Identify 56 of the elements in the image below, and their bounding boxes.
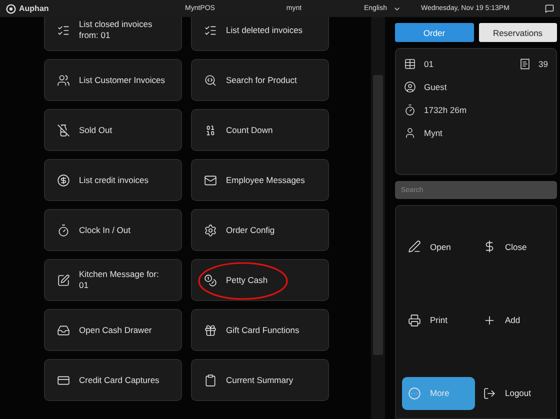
logo-text: Auphan (19, 4, 49, 13)
clipboard-icon (204, 374, 217, 386)
dollar-circle-icon (57, 174, 70, 186)
function-tile[interactable]: Kitchen Message for: 01 (44, 259, 182, 301)
function-tile[interactable]: Employee Messages (191, 159, 329, 201)
item-count: 39 (538, 59, 548, 69)
action-button[interactable]: Open (402, 230, 475, 264)
logout-icon (483, 386, 496, 400)
function-tile[interactable]: Search for Product (191, 59, 329, 101)
users-icon (57, 74, 70, 86)
function-tile[interactable]: List credit invoices (44, 159, 182, 201)
chat-icon[interactable] (545, 4, 554, 13)
table-icon (404, 58, 416, 70)
function-tile[interactable]: Gift Card Functions (191, 309, 329, 351)
action-button[interactable]: Close (477, 230, 550, 264)
settings-icon (204, 224, 217, 236)
action-button[interactable]: Print (402, 304, 475, 337)
ellipsis-icon (408, 386, 421, 400)
function-tile[interactable]: Petty Cash (191, 259, 329, 301)
drawer-icon (57, 324, 70, 336)
checklist-icon (204, 24, 217, 36)
receipt-icon (518, 58, 531, 70)
function-tile[interactable]: Clock In / Out (44, 209, 182, 251)
guest-icon (404, 81, 416, 93)
action-button[interactable]: Add (477, 304, 550, 337)
function-tile[interactable]: Count Down (191, 109, 329, 151)
tab[interactable]: Reservations (478, 23, 557, 42)
action-button[interactable]: Logout (477, 376, 550, 410)
coins-icon (204, 274, 217, 286)
stopwatch-icon (57, 224, 70, 236)
user-icon (404, 127, 416, 139)
stopwatch-icon (404, 104, 416, 116)
table-number: 01 (424, 59, 434, 69)
employee-name: Mynt (424, 128, 442, 138)
checklist-icon (57, 24, 70, 36)
printer-icon (408, 314, 421, 327)
guest-name: Guest (424, 82, 447, 92)
pen-square-icon (57, 274, 70, 286)
function-tile[interactable]: Open Cash Drawer (44, 309, 182, 351)
gift-icon (204, 324, 217, 336)
search-icon (204, 74, 217, 86)
pen-icon (408, 240, 421, 254)
function-tile[interactable]: Credit Card Captures (44, 359, 182, 401)
credit-card-icon (57, 374, 70, 386)
function-tile[interactable]: List Customer Invoices (44, 59, 182, 101)
function-tile[interactable]: Order Config (191, 209, 329, 251)
function-tile[interactable]: List deleted invoices (191, 17, 329, 51)
function-tile[interactable]: List closed invoices from: 01 (44, 17, 182, 51)
function-tile[interactable]: Sold Out (44, 109, 182, 151)
bottle-off-icon (57, 124, 70, 136)
logo-icon (6, 4, 16, 14)
elapsed-time: 1732h 26m (424, 105, 467, 115)
mail-icon (204, 174, 217, 186)
function-tile[interactable]: Current Summary (191, 359, 329, 401)
dollar-icon (483, 240, 496, 254)
plus-icon (483, 314, 496, 327)
